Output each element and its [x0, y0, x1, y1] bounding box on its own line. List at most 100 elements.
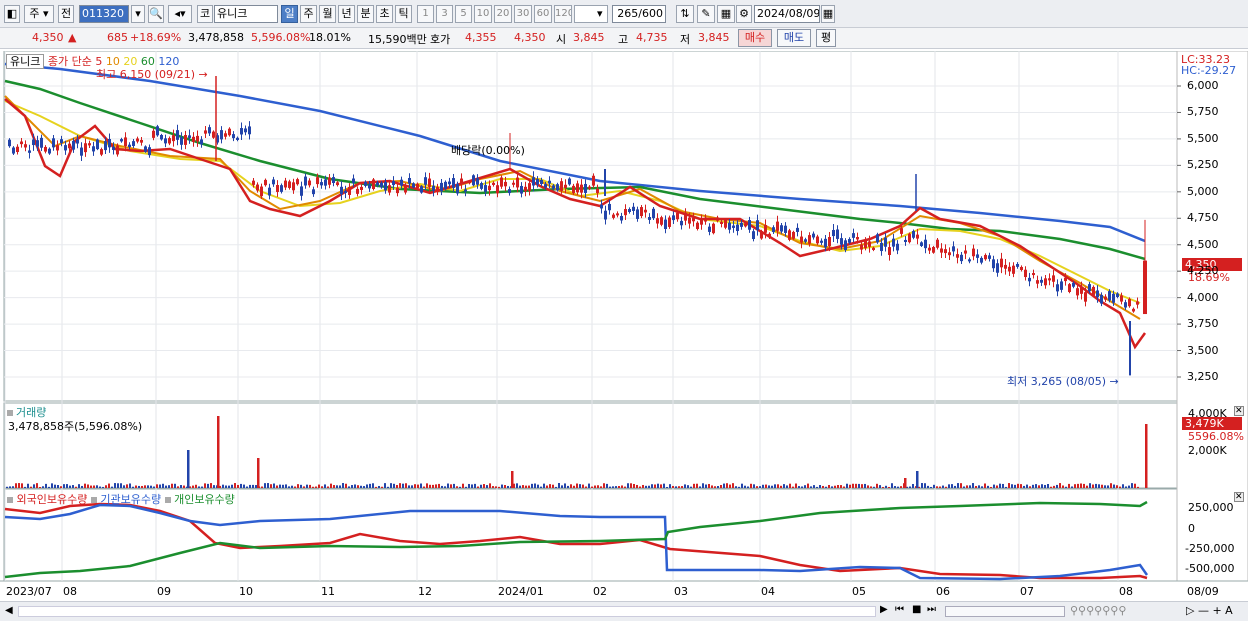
volume-bar — [522, 485, 524, 488]
ask-value: 4,355 — [465, 31, 497, 44]
legend-foreign: 외국인보유수량 — [16, 493, 88, 506]
eval-button[interactable]: 평 — [816, 29, 836, 47]
volume-close-icon[interactable]: ✕ — [1234, 406, 1244, 416]
candle-body — [992, 259, 995, 269]
buy-button[interactable]: 매수 — [738, 29, 772, 47]
candle-body — [880, 242, 883, 252]
count-field[interactable]: 265/600 — [612, 5, 666, 23]
draw-icon[interactable]: ✎ — [697, 5, 715, 23]
speaker-icon[interactable]: ◂▾ — [168, 5, 192, 23]
scroll-track[interactable] — [18, 606, 876, 617]
zoom-controls[interactable]: ▷ — + A — [1186, 604, 1233, 617]
candle-body — [184, 134, 187, 145]
candle-body — [980, 257, 983, 263]
scroll-left-icon[interactable]: ◀ — [5, 605, 13, 616]
high-value: 4,735 — [636, 31, 668, 44]
candle-body — [664, 219, 667, 230]
price-y-tick: 3,750 — [1187, 317, 1219, 331]
period-week[interactable]: 주 — [300, 5, 317, 23]
candle-body — [764, 224, 767, 233]
stock-label: 유니크 — [6, 54, 45, 69]
candle-body — [272, 179, 275, 185]
gear-icon[interactable]: ⚙ — [736, 5, 752, 23]
date-field[interactable]: 2024/08/09 — [754, 5, 820, 23]
chart-area[interactable]: 유니크 종가 단순 5 10 20 60 120 최고 6,150 (09/21… — [0, 51, 1248, 601]
volume-bar — [315, 486, 317, 488]
volume-bar — [708, 483, 710, 488]
num-1[interactable]: 1 — [417, 5, 434, 23]
stop-icon[interactable]: ■ — [912, 604, 921, 615]
volume-bar — [144, 485, 146, 488]
chart-canvas[interactable] — [0, 51, 1248, 601]
sell-button[interactable]: 매도 — [777, 29, 811, 47]
candle-body — [116, 145, 119, 155]
rewind-icon[interactable]: ⏮ — [895, 604, 904, 615]
code-input[interactable]: 011320 — [79, 5, 129, 23]
candle-body — [896, 243, 899, 251]
volume-bar — [318, 484, 320, 488]
candle-body — [48, 148, 51, 154]
num-10[interactable]: 10 — [474, 5, 492, 23]
num-30[interactable]: 30 — [514, 5, 532, 23]
chart-scrollbar[interactable]: ◀ ▶ ⏮ ■ ⏭ ⚲⚲⚲⚲⚲⚲⚲ ▷ — + A — [0, 601, 1248, 621]
candle-body — [428, 178, 431, 187]
period-year[interactable]: 년 — [338, 5, 355, 23]
window-icon[interactable]: ◧ — [4, 5, 20, 23]
period-day[interactable]: 일 — [281, 5, 298, 23]
volume-bar — [711, 485, 713, 488]
prev-button[interactable]: 전 — [58, 5, 74, 23]
candle-body — [756, 220, 759, 231]
volume-bar — [1134, 483, 1136, 488]
period-minute[interactable]: 분 — [357, 5, 374, 23]
num-5[interactable]: 5 — [455, 5, 472, 23]
num-120[interactable]: 120 — [554, 5, 572, 23]
num-60[interactable]: 60 — [534, 5, 552, 23]
volume-bar — [378, 485, 380, 488]
volume-bar — [195, 484, 197, 488]
tool-icons[interactable]: ⚲⚲⚲⚲⚲⚲⚲ — [1070, 604, 1126, 617]
holdings-close-icon[interactable]: ✕ — [1234, 492, 1244, 502]
num-3[interactable]: 3 — [436, 5, 453, 23]
code-dropdown-icon[interactable]: ▾ — [131, 5, 145, 23]
volume-bar — [813, 485, 815, 488]
volume-bar — [615, 486, 617, 488]
candle-body — [804, 239, 807, 242]
market-prefix[interactable]: 코 — [197, 5, 213, 23]
candle-body — [916, 234, 919, 239]
volume-bar — [511, 471, 514, 488]
volume-bar — [807, 483, 809, 488]
candle-body — [888, 247, 891, 256]
candle-body — [960, 254, 963, 262]
period-second[interactable]: 초 — [376, 5, 393, 23]
volume-bar — [390, 483, 392, 488]
period-month[interactable]: 월 — [319, 5, 336, 23]
candle-body — [160, 134, 163, 140]
candle-body — [592, 175, 595, 186]
candle-body — [544, 184, 547, 188]
volume-bar — [1119, 486, 1121, 488]
price-y-tick: 5,500 — [1187, 131, 1219, 145]
calendar-icon[interactable]: ▦ — [821, 5, 835, 23]
candle-body — [332, 177, 335, 183]
candle-body — [8, 139, 11, 147]
volume-bar — [381, 486, 383, 488]
volume-bar — [576, 483, 578, 488]
candle-body — [296, 179, 299, 185]
volume-bar — [1047, 483, 1049, 488]
scroll-right-icon[interactable]: ▶ — [880, 604, 888, 615]
volume-bar — [681, 486, 683, 488]
num-20[interactable]: 20 — [494, 5, 512, 23]
bar-toggle-icon[interactable]: ▦ — [717, 5, 735, 23]
candle-body — [788, 230, 791, 240]
custom-period-select[interactable]: ▾ — [574, 5, 608, 23]
volume-bar — [1080, 483, 1082, 488]
zoom-icon[interactable]: ⇅ — [676, 5, 694, 23]
mode-select[interactable]: 주 ▾ — [24, 5, 54, 23]
zoom-slider[interactable] — [945, 606, 1065, 617]
forward-icon[interactable]: ⏭ — [927, 604, 936, 615]
period-tick[interactable]: 틱 — [395, 5, 412, 23]
stock-name-field[interactable]: 유니크 — [214, 5, 278, 23]
mode-label: 주 — [29, 7, 40, 20]
candle-body — [472, 175, 475, 186]
search-icon[interactable]: 🔍 — [148, 5, 164, 23]
